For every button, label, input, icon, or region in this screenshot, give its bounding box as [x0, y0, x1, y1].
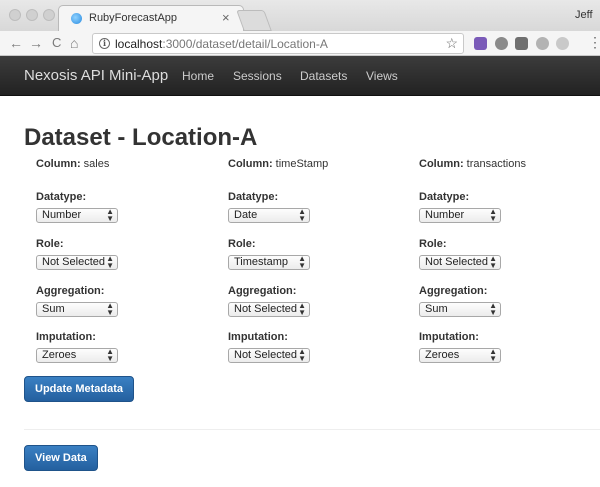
datatype-field: Datatype: Date ▲ ▼ — [228, 191, 310, 223]
select-arrows-icon: ▲ ▼ — [298, 254, 306, 270]
role-label: Role: — [419, 238, 447, 250]
aggregation-label: Aggregation: — [36, 285, 105, 297]
aggregation-label: Aggregation: — [228, 285, 297, 297]
role-label: Role: — [228, 238, 256, 250]
column-name: Column: timeStamp — [228, 158, 329, 170]
maximize-window-button[interactable] — [43, 9, 55, 21]
select-arrows-icon: ▲ ▼ — [298, 347, 306, 363]
extension-icon[interactable] — [474, 37, 487, 50]
extension-icon[interactable] — [536, 37, 549, 50]
role-field: Role: Timestamp ▲ ▼ — [228, 238, 310, 270]
imputation-label: Imputation: — [228, 331, 288, 343]
column-panel-transactions: Column: transactions Datatype: Number ▲ ▼ … — [419, 158, 599, 363]
column-name: Column: transactions — [419, 158, 526, 170]
role-field: Role: Not Selected ▲ ▼ — [419, 238, 501, 270]
aggregation-select[interactable]: Sum ▲ ▼ — [36, 302, 118, 317]
imputation-label: Imputation: — [419, 331, 479, 343]
tab-title: RubyForecastApp — [89, 12, 178, 24]
close-window-button[interactable] — [9, 9, 21, 21]
app-navbar: Nexosis API Mini-App Home Sessions Datas… — [0, 56, 600, 96]
role-select[interactable]: Not Selected ▲ ▼ — [419, 255, 501, 270]
browser-titlebar: RubyForecastApp × Jeff — [0, 0, 600, 32]
imputation-select[interactable]: Not Selected ▲ ▼ — [228, 348, 310, 363]
datatype-field: Datatype: Number ▲ ▼ — [419, 191, 501, 223]
nav-link-datasets[interactable]: Datasets — [300, 69, 347, 83]
update-metadata-button[interactable]: Update Metadata — [24, 376, 135, 402]
aggregation-select[interactable]: Sum ▲ ▼ — [419, 302, 501, 317]
select-arrows-icon: ▲ ▼ — [298, 301, 306, 317]
browser-menu-icon[interactable]: ⋮ — [588, 35, 600, 49]
address-bar[interactable]: i localhost:3000/dataset/detail/Location… — [92, 33, 464, 54]
navbar-brand[interactable]: Nexosis API Mini-App — [24, 67, 168, 84]
datatype-select[interactable]: Date ▲ ▼ — [228, 208, 310, 223]
extension-icon[interactable] — [515, 37, 528, 50]
datatype-label: Datatype: — [419, 191, 470, 203]
info-icon[interactable]: i — [99, 38, 110, 49]
profile-name[interactable]: Jeff — [575, 9, 593, 21]
url-text: localhost:3000/dataset/detail/Location-A — [115, 37, 328, 51]
nav-link-views[interactable]: Views — [366, 69, 398, 83]
forward-arrow-icon[interactable]: → — [29, 34, 43, 52]
minimize-window-button[interactable] — [26, 9, 38, 21]
select-arrows-icon: ▲ ▼ — [106, 347, 114, 363]
aggregation-field: Aggregation: Sum ▲ ▼ — [419, 285, 501, 317]
imputation-field: Imputation: Zeroes ▲ ▼ — [36, 331, 118, 363]
role-select[interactable]: Timestamp ▲ ▼ — [228, 255, 310, 270]
select-arrows-icon: ▲ ▼ — [489, 347, 497, 363]
browser-toolbar: ← → C ⌂ i localhost:3000/dataset/detail/… — [0, 31, 600, 56]
select-arrows-icon: ▲ ▼ — [489, 207, 497, 223]
home-icon[interactable]: ⌂ — [70, 34, 78, 52]
datatype-field: Datatype: Number ▲ ▼ — [36, 191, 118, 223]
back-arrow-icon[interactable]: ← — [9, 34, 23, 52]
aggregation-field: Aggregation: Not Selected ▲ ▼ — [228, 285, 310, 317]
datatype-select[interactable]: Number ▲ ▼ — [419, 208, 501, 223]
role-field: Role: Not Selected ▲ ▼ — [36, 238, 118, 270]
column-panel-timestamp: Column: timeStamp Datatype: Date ▲ ▼ Role:… — [228, 158, 408, 363]
imputation-label: Imputation: — [36, 331, 96, 343]
column-panel-sales: Column: sales Datatype: Number ▲ ▼ Role: N… — [36, 158, 216, 363]
favicon-icon — [71, 13, 82, 24]
reload-icon[interactable]: C — [52, 34, 61, 52]
extension-icon[interactable] — [556, 37, 569, 50]
aggregation-field: Aggregation: Sum ▲ ▼ — [36, 285, 118, 317]
nav-link-sessions[interactable]: Sessions — [233, 69, 282, 83]
page-title: Dataset - Location-A — [24, 124, 258, 151]
select-arrows-icon: ▲ ▼ — [489, 254, 497, 270]
role-label: Role: — [36, 238, 64, 250]
aggregation-label: Aggregation: — [419, 285, 488, 297]
view-data-button[interactable]: View Data — [24, 445, 98, 471]
select-arrows-icon: ▲ ▼ — [298, 207, 306, 223]
datatype-label: Datatype: — [36, 191, 87, 203]
datatype-select[interactable]: Number ▲ ▼ — [36, 208, 118, 223]
select-arrows-icon: ▲ ▼ — [106, 207, 114, 223]
datatype-label: Datatype: — [228, 191, 279, 203]
divider — [24, 429, 600, 430]
role-select[interactable]: Not Selected ▲ ▼ — [36, 255, 118, 270]
nav-link-home[interactable]: Home — [182, 69, 214, 83]
select-arrows-icon: ▲ ▼ — [106, 301, 114, 317]
extension-icon[interactable] — [495, 37, 508, 50]
imputation-select[interactable]: Zeroes ▲ ▼ — [36, 348, 118, 363]
select-arrows-icon: ▲ ▼ — [489, 301, 497, 317]
select-arrows-icon: ▲ ▼ — [106, 254, 114, 270]
tab-close-icon[interactable]: × — [222, 10, 230, 25]
column-name: Column: sales — [36, 158, 110, 170]
imputation-select[interactable]: Zeroes ▲ ▼ — [419, 348, 501, 363]
bookmark-star-icon[interactable]: ☆ — [445, 35, 458, 52]
imputation-field: Imputation: Zeroes ▲ ▼ — [419, 331, 501, 363]
aggregation-select[interactable]: Not Selected ▲ ▼ — [228, 302, 310, 317]
imputation-field: Imputation: Not Selected ▲ ▼ — [228, 331, 310, 363]
browser-tab[interactable]: RubyForecastApp × — [58, 5, 244, 32]
